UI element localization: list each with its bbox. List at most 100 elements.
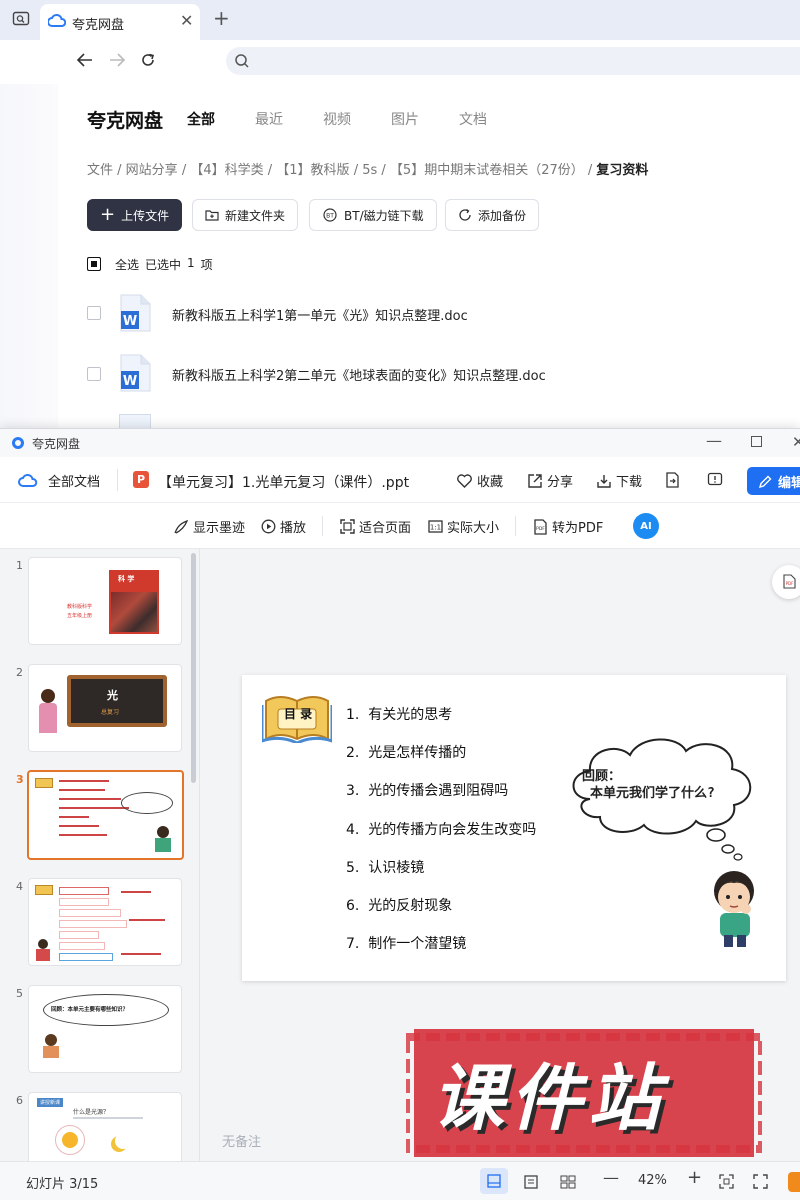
pdf-float-button[interactable]: PDF [772,565,800,599]
thumb-text: 科 学 [118,575,135,583]
search-icon [234,53,250,69]
watermark-text: 课件站 [432,1056,667,1140]
export-icon[interactable] [665,472,679,488]
close-button[interactable]: ✕ [792,433,800,451]
file-checkbox[interactable] [87,306,101,320]
slide-thumbnail-1[interactable]: 教科版科学 五年级上册 科 学 [28,557,182,645]
slide-thumbnail-5[interactable]: 回顾：本单元主要有哪些知识？ [28,985,182,1073]
tab-close-icon[interactable]: ✕ [180,11,193,30]
document-viewer-window: 夸克网盘 — ✕ 全部文档 P 【单元复习】1.光单元复习（课件）.ppt 收藏… [0,428,800,1200]
minimize-button[interactable]: — [706,431,722,450]
breadcrumb: 文件 / 网站分享 / 【4】科学类 / 【1】教科版 / 5s / 【5】期中… [87,163,649,178]
tab-recent[interactable]: 最近 [255,109,283,129]
tab-search-icon[interactable] [12,10,30,28]
breadcrumb-item[interactable]: 5s [362,163,377,178]
feedback-icon[interactable] [707,472,723,488]
svg-text:1:1: 1:1 [430,524,441,532]
toc-item: 6. 光的反射现象 [346,898,453,914]
select-all-checkbox[interactable] [87,257,101,271]
zoom-out-button[interactable]: — [603,1168,619,1187]
fit-page-icon [340,519,355,534]
upload-button[interactable]: + 上传文件 [87,199,183,231]
thumbnail-scrollbar[interactable] [191,553,196,783]
breadcrumb-item[interactable]: 网站分享 [126,163,178,178]
book-icon [35,885,53,895]
pdf-icon: PDF [533,518,548,535]
actual-size-icon: 1:1 [428,519,443,534]
quark-app-icon [12,437,24,449]
fullscreen-icon[interactable] [753,1174,768,1189]
tab-all[interactable]: 全部 [187,109,215,129]
collect-label: 收藏 [477,475,504,490]
ai-assistant-button[interactable]: AI [633,513,659,539]
convert-pdf-button[interactable]: PDF 转为PDF [533,517,603,536]
bt-download-button[interactable]: BT BT/磁力链下载 [309,199,437,231]
girl-figure [38,939,48,949]
actual-size-button[interactable]: 1:1 实际大小 [428,517,499,536]
breadcrumb-item[interactable]: 文件 [87,163,113,178]
toc-item: 3. 光的传播会遇到阻碍吗 [346,783,509,799]
tab-image[interactable]: 图片 [391,109,419,129]
toc-item: 1. 有关光的思考 [346,707,453,723]
slide-thumbnail-6[interactable]: 讲授新课 什么是光源？ [28,1092,182,1161]
bt-download-label: BT/磁力链下载 [344,208,424,223]
address-bar[interactable] [226,47,800,75]
tab-video[interactable]: 视频 [323,109,351,129]
word-doc-icon [119,414,151,428]
girl-figure [45,1034,57,1046]
blackboard-image: 光 总复习 [67,675,167,727]
file-checkbox[interactable] [87,367,101,381]
convert-pdf-label: 转为PDF [552,521,604,536]
slide-thumbnail-2[interactable]: 光 总复习 [28,664,182,752]
toc-item: 5. 认识棱镜 [346,860,425,876]
selected-unit: 项 [200,258,213,272]
share-button[interactable]: 分享 [527,471,573,490]
breadcrumb-item[interactable]: 【4】科学类 [190,163,263,178]
new-tab-button[interactable]: + [213,6,230,30]
folder-plus-icon [205,209,219,221]
maximize-button[interactable] [751,436,762,447]
selected-label: 已选中 [145,258,182,272]
breadcrumb-item[interactable]: 【5】期中期末试卷相关（27份） [390,163,584,178]
svg-text:W: W [123,314,137,329]
new-folder-button[interactable]: 新建文件夹 [192,199,299,231]
slideshow-button[interactable] [788,1172,800,1192]
collect-button[interactable]: 收藏 [456,471,503,490]
browser-tab[interactable]: 夸克网盘 ✕ [40,4,200,40]
select-all-label[interactable]: 全选 [115,256,139,273]
current-slide: 目 录 1. 有关光的思考 2. 光是怎样传播的 3. 光的传播会遇到阻碍吗 4… [242,675,786,981]
notes-view-icon[interactable] [524,1175,538,1189]
reload-icon[interactable] [140,52,156,68]
tab-docs[interactable]: 文档 [459,109,487,129]
toc-label: 目 录 [284,707,313,721]
slide-thumbnail-3[interactable] [27,770,184,860]
moon-icon [115,1133,131,1149]
fit-page-button[interactable]: 适合页面 [340,517,411,536]
file-name[interactable]: 新教科版五上科学2第二单元《地球表面的变化》知识点整理.doc [172,365,546,384]
edit-button[interactable]: 编辑 [747,467,800,495]
thumb-number: 4 [16,880,23,893]
normal-view-button[interactable] [480,1168,508,1194]
share-icon [527,473,543,489]
teacher-figure [41,689,55,703]
all-docs-button[interactable]: 全部文档 [18,471,100,490]
download-button[interactable]: 下载 [596,471,642,490]
viewer-window-title: 夸克网盘 [32,437,81,451]
file-name[interactable]: 新教科版五上科学1第一单元《光》知识点整理.doc [172,305,468,324]
show-ink-label: 显示墨迹 [193,521,246,536]
fit-screen-icon[interactable] [719,1174,734,1189]
boy-figure [155,838,171,852]
forward-arrow-icon[interactable] [108,52,126,68]
slide-thumbnail-4[interactable] [28,878,182,966]
play-button[interactable]: 播放 [261,517,306,536]
divider [117,469,118,491]
show-ink-button[interactable]: 显示墨迹 [173,517,245,536]
sun-icon [62,1132,78,1148]
thumb-number: 5 [16,987,23,1000]
thinking-boy-illustration [708,869,764,949]
add-backup-button[interactable]: 添加备份 [445,199,540,231]
breadcrumb-item[interactable]: 【1】教科版 [276,163,349,178]
grid-view-icon[interactable] [560,1175,576,1189]
back-arrow-icon[interactable] [76,52,94,68]
zoom-in-button[interactable]: + [687,1167,702,1188]
